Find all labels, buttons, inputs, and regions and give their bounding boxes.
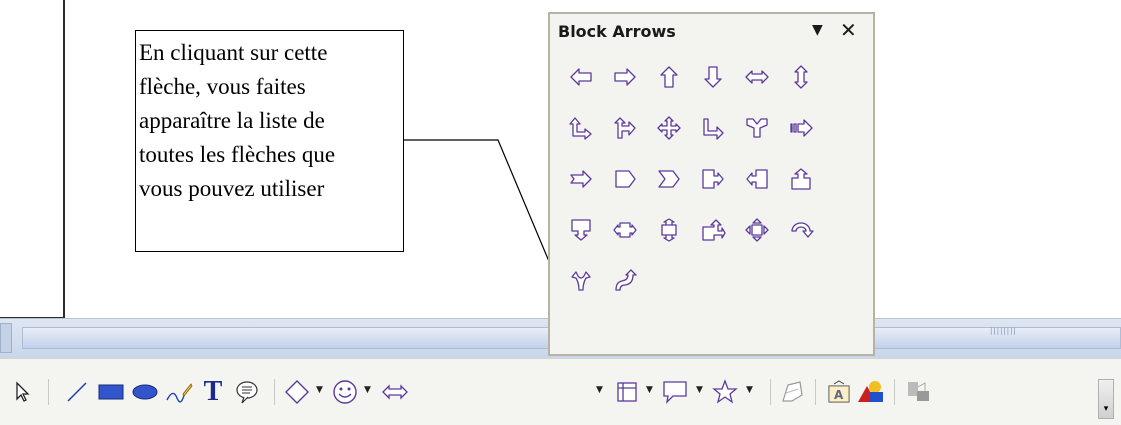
up-arrow-shape-icon[interactable] — [654, 62, 684, 92]
text-icon[interactable]: T — [198, 376, 228, 407]
up-right-arrow-callout-shape-icon[interactable] — [698, 215, 728, 245]
callout-line-3: apparaître la liste de — [139, 108, 325, 133]
pentagon-shape-icon[interactable] — [610, 164, 640, 194]
toolbar-separator — [48, 379, 49, 405]
scroll-left-button[interactable] — [0, 323, 12, 353]
chevron-shape-icon[interactable] — [654, 164, 684, 194]
callout-text-icon[interactable] — [232, 377, 262, 407]
callout-line-4: toutes les flèches que — [139, 142, 336, 167]
basic-shapes-icon[interactable] — [282, 377, 312, 407]
split-arrow-shape-icon[interactable] — [742, 113, 772, 143]
left-right-arrow-shape-icon[interactable] — [742, 62, 772, 92]
block-arrows-icon[interactable] — [380, 377, 410, 407]
toolbar-separator — [815, 379, 816, 405]
s-shaped-arrow-shape-icon[interactable] — [610, 266, 640, 296]
callout-line-5: vous pouvez utiliser — [139, 176, 325, 201]
stars-icon[interactable] — [710, 377, 740, 407]
notched-right-arrow-shape-icon[interactable] — [566, 164, 596, 194]
corner-right-arrow-shape-icon[interactable] — [698, 113, 728, 143]
callout-line-2: flèche, vous faites — [139, 74, 306, 99]
points-icon[interactable] — [778, 377, 808, 407]
4-way-arrow-callout-shape-icon[interactable] — [742, 215, 772, 245]
flowchart-icon[interactable] — [612, 377, 642, 407]
toolbar-separator — [894, 379, 895, 405]
toolbar-overflow-button[interactable]: ▾ — [1098, 379, 1114, 419]
split-round-arrow-shape-icon[interactable] — [566, 266, 596, 296]
toolbar-separator — [770, 379, 771, 405]
right-arrow-callout-shape-icon[interactable] — [698, 164, 728, 194]
callout-line-1: En cliquant sur cette — [139, 40, 328, 65]
down-arrow-callout-shape-icon[interactable] — [566, 215, 596, 245]
stars-dropdown[interactable]: ▼ — [746, 385, 753, 395]
left-arrow-shape-icon[interactable] — [566, 62, 596, 92]
down-arrow-shape-icon[interactable] — [698, 62, 728, 92]
document-left-edge — [63, 0, 65, 318]
chevron-down-icon: ▾ — [1103, 404, 1109, 414]
from-file-icon[interactable] — [856, 377, 886, 407]
block-arrows-panel: Block Arrows ▼ ✕ — [548, 12, 875, 356]
right-arrow-shape-icon[interactable] — [610, 62, 640, 92]
instruction-callout: En cliquant sur cette flèche, vous faite… — [135, 30, 404, 252]
freeform-line-icon[interactable] — [164, 377, 194, 407]
dropdown-triangle-icon[interactable]: ▼ — [812, 22, 823, 38]
up-down-arrow-callout-shape-icon[interactable] — [654, 215, 684, 245]
symbol-shapes-icon[interactable] — [330, 377, 360, 407]
left-right-arrow-callout-shape-icon[interactable] — [610, 215, 640, 245]
select-icon[interactable] — [8, 377, 38, 407]
panel-titlebar[interactable]: Block Arrows ▼ ✕ — [550, 14, 873, 50]
close-icon[interactable]: ✕ — [840, 19, 857, 41]
rectangle-icon[interactable] — [96, 377, 126, 407]
fontwork-icon[interactable]: A — [824, 377, 854, 407]
block-arrows-dropdown[interactable]: ▼ — [596, 385, 603, 395]
striped-right-arrow-shape-icon[interactable] — [786, 113, 816, 143]
up-arrow-callout-shape-icon[interactable] — [786, 164, 816, 194]
circular-arrow-shape-icon[interactable] — [786, 215, 816, 245]
toolbar-separator — [274, 379, 275, 405]
drawing-toolbar: T ▼ ▼ ▼ ▼ ▼ ▼ A ▾ — [0, 358, 1121, 425]
up-right-arrow-shape-icon[interactable] — [566, 113, 596, 143]
4-way-arrow-shape-icon[interactable] — [654, 113, 684, 143]
callouts-icon[interactable] — [660, 377, 690, 407]
basic-shapes-dropdown[interactable]: ▼ — [316, 385, 323, 395]
callouts-dropdown[interactable]: ▼ — [696, 385, 703, 395]
symbol-shapes-dropdown[interactable]: ▼ — [364, 385, 371, 395]
line-icon[interactable] — [62, 377, 92, 407]
scroll-grip-icon[interactable]: |||||||| — [990, 327, 1017, 335]
panel-title: Block Arrows — [558, 22, 676, 41]
ellipse-icon[interactable] — [130, 377, 160, 407]
flowchart-dropdown[interactable]: ▼ — [646, 385, 653, 395]
extrusion-icon[interactable] — [904, 377, 934, 407]
left-arrow-callout-shape-icon[interactable] — [742, 164, 772, 194]
up-right-down-arrow-shape-icon[interactable] — [610, 113, 640, 143]
up-down-arrow-shape-icon[interactable] — [786, 62, 816, 92]
